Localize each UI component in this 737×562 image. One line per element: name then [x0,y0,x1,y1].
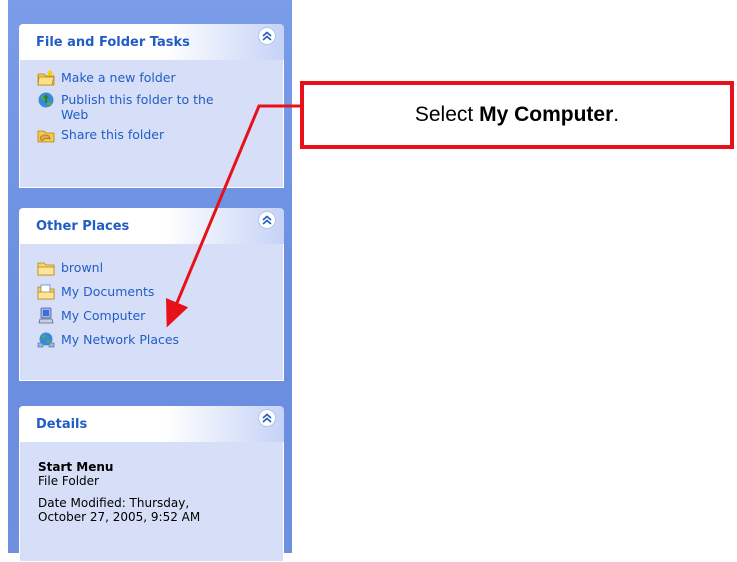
pointer-arrow [166,104,300,328]
